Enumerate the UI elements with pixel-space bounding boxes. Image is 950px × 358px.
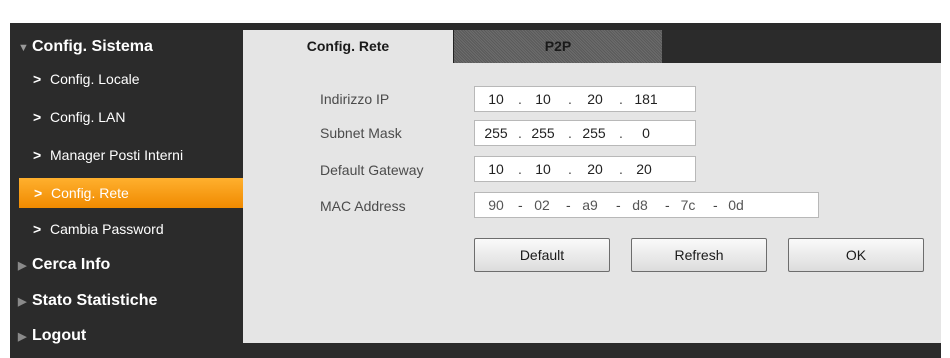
ip-separator: .	[568, 161, 572, 177]
sidebar-item-label: Manager Posti Interni	[50, 147, 184, 163]
sidebar-item-config-rete[interactable]: > Config. Rete	[19, 178, 252, 208]
gateway-octet-3[interactable]: 20	[579, 157, 611, 181]
sidebar-item-label: Config. Rete	[51, 185, 129, 201]
mac-byte-4: d8	[632, 197, 648, 213]
ip-separator: .	[518, 161, 522, 177]
ip-octet-3[interactable]: 20	[579, 87, 611, 111]
mac-separator: -	[518, 197, 523, 213]
content-panel	[243, 30, 941, 343]
default-gateway-label: Default Gateway	[320, 162, 424, 178]
mac-separator: -	[566, 197, 571, 213]
mac-byte-5: 7c	[680, 197, 696, 213]
mac-byte-6: 0d	[728, 197, 744, 213]
default-button[interactable]: Default	[474, 238, 610, 272]
caret-down-icon: ▼	[18, 42, 29, 54]
sidebar-category-label: Cerca Info	[32, 256, 111, 273]
gateway-octet-4[interactable]: 20	[627, 157, 661, 181]
sidebar-item-config-locale[interactable]: > Config. Locale	[18, 64, 243, 94]
caret-right-icon: ▶	[18, 331, 27, 343]
mac-address-label: MAC Address	[320, 198, 406, 214]
subnet-octet-3[interactable]: 255	[577, 121, 611, 145]
sidebar-item-label: Config. Locale	[50, 71, 140, 87]
chevron-right-icon: >	[33, 147, 42, 163]
mac-separator: -	[665, 197, 670, 213]
mac-separator: -	[616, 197, 621, 213]
sidebar-item-label: Config. LAN	[50, 109, 126, 125]
mac-byte-3: a9	[582, 197, 598, 213]
sidebar-item-cambia-password[interactable]: > Cambia Password	[18, 214, 243, 244]
tab-p2p[interactable]: P2P	[453, 30, 662, 63]
ip-separator: .	[568, 91, 572, 107]
ok-button[interactable]: OK	[788, 238, 924, 272]
sidebar-item-label: Cambia Password	[50, 221, 164, 237]
subnet-octet-4[interactable]: 0	[631, 121, 661, 145]
chevron-right-icon: >	[33, 71, 42, 87]
sidebar-item-config-lan[interactable]: > Config. LAN	[18, 102, 243, 132]
ip-separator: .	[619, 161, 623, 177]
sidebar-category-label: Stato Statistiche	[32, 292, 158, 309]
chevron-right-icon: >	[34, 185, 43, 201]
gateway-octet-1[interactable]: 10	[481, 157, 511, 181]
ip-address-field[interactable]: 10 . 10 . 20 . 181	[474, 86, 696, 112]
refresh-button[interactable]: Refresh	[631, 238, 767, 272]
mac-byte-1: 90	[488, 197, 504, 213]
subnet-mask-label: Subnet Mask	[320, 125, 402, 141]
tab-config-rete[interactable]: Config. Rete	[243, 30, 453, 63]
default-gateway-field[interactable]: 10 . 10 . 20 . 20	[474, 156, 696, 182]
sidebar: ▼ Config. Sistema > Config. Locale > Config…	[10, 23, 252, 358]
sidebar-category-cerca-info[interactable]: ▶ Cerca Info	[18, 250, 243, 280]
sidebar-item-manager-posti-interni[interactable]: > Manager Posti Interni	[18, 140, 243, 170]
ip-separator: .	[619, 91, 623, 107]
subnet-octet-1[interactable]: 255	[479, 121, 513, 145]
sidebar-category-label: Config. Sistema	[32, 38, 153, 55]
mac-byte-2: 02	[534, 197, 550, 213]
ip-separator: .	[518, 125, 522, 141]
chevron-right-icon: >	[33, 109, 42, 125]
caret-right-icon: ▶	[18, 296, 27, 308]
mac-separator: -	[713, 197, 718, 213]
ip-octet-4[interactable]: 181	[629, 87, 663, 111]
subnet-mask-field[interactable]: 255 . 255 . 255 . 0	[474, 120, 696, 146]
ip-separator: .	[568, 125, 572, 141]
ip-octet-1[interactable]: 10	[481, 87, 511, 111]
ip-separator: .	[518, 91, 522, 107]
subnet-octet-2[interactable]: 255	[526, 121, 560, 145]
tab-bar: Config. Rete P2P	[243, 30, 941, 63]
ip-address-label: Indirizzo IP	[320, 91, 390, 107]
ip-separator: .	[619, 125, 623, 141]
sidebar-category-label: Logout	[32, 327, 87, 344]
gateway-octet-2[interactable]: 10	[528, 157, 558, 181]
caret-right-icon: ▶	[18, 260, 27, 272]
sidebar-category-config-sistema[interactable]: ▼ Config. Sistema	[18, 32, 243, 62]
chevron-right-icon: >	[33, 221, 42, 237]
mac-address-field: 90 - 02 - a9 - d8 - 7c - 0d	[474, 192, 819, 218]
sidebar-category-stato-statistiche[interactable]: ▶ Stato Statistiche	[18, 286, 243, 316]
ip-octet-2[interactable]: 10	[528, 87, 558, 111]
sidebar-category-logout[interactable]: ▶ Logout	[18, 321, 243, 351]
